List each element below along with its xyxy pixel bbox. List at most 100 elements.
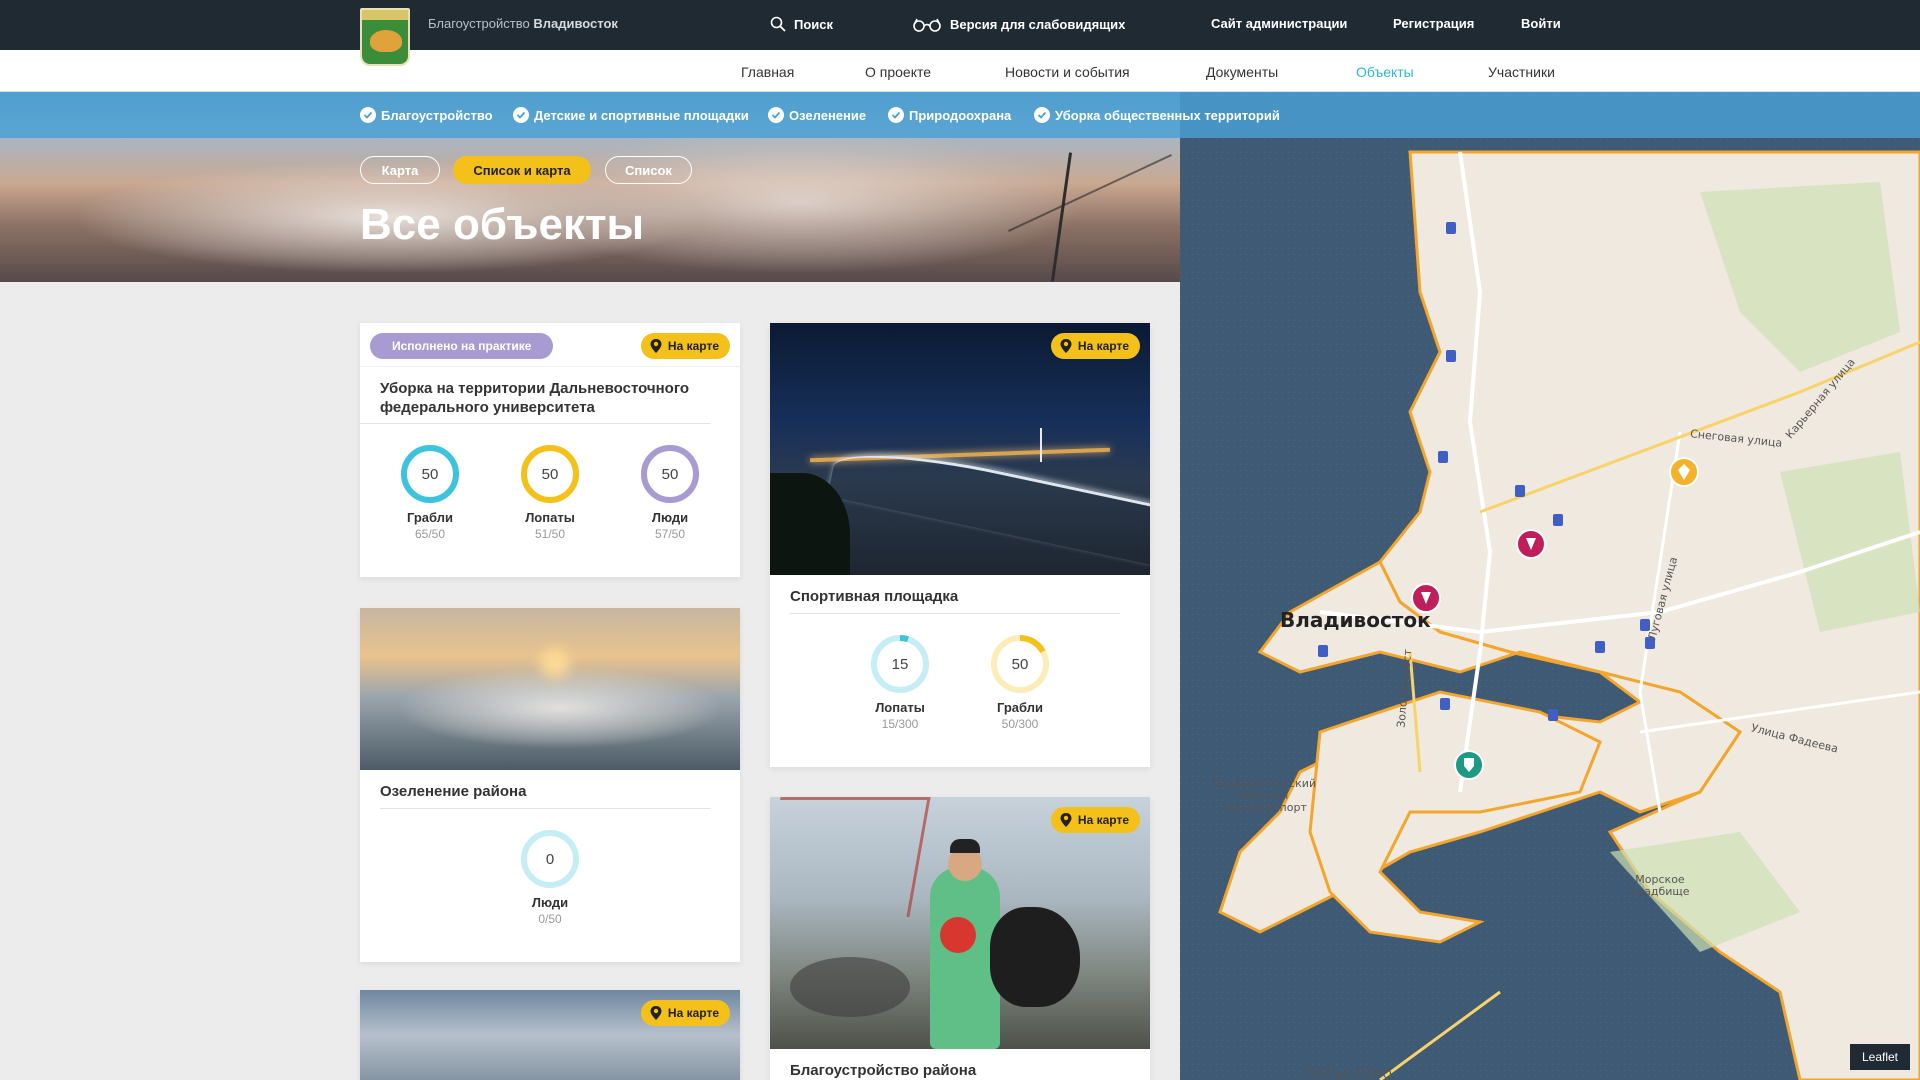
login-label: Войти (1521, 16, 1561, 31)
check-icon (360, 107, 376, 123)
object-card[interactable]: На карте Благоустройство района (770, 797, 1150, 1080)
map-pin-icon (1060, 339, 1072, 353)
card-stats: 15 Лопаты 15/300 50 Грабли 50/300 (770, 634, 1150, 731)
card-title[interactable]: Благоустройство района (770, 1061, 1150, 1080)
stat-shovels: 50 Лопаты 51/50 (520, 444, 580, 541)
main-nav: Главная О проекте Новости и события Доку… (0, 50, 1920, 92)
stat-value: 50 (421, 465, 439, 483)
stat-label: Лопаты (525, 510, 575, 525)
card-title[interactable]: Уборка на территории Дальневосточного фе… (360, 379, 740, 423)
on-map-button[interactable]: На карте (640, 1000, 730, 1026)
map-attribution[interactable]: Leaflet (1849, 1044, 1910, 1070)
progress-ring: 50 (520, 444, 580, 504)
stat-value: 50 (1011, 655, 1029, 673)
site-name-prefix: Благоустройство (428, 16, 530, 31)
image-embankment (827, 437, 1150, 565)
accessibility-label: Версия для слабовидящих (950, 16, 1126, 32)
map-marker-teal[interactable] (1454, 750, 1484, 780)
login-link[interactable]: Войти (1521, 16, 1561, 31)
stat-label: Грабли (996, 700, 1043, 715)
object-card[interactable]: На карте (360, 990, 740, 1080)
stat-value: 15 (891, 655, 909, 673)
stat-label: Грабли (406, 510, 453, 525)
map-city-label: Владивосток (1280, 608, 1431, 632)
map-pin-icon (1060, 813, 1072, 827)
object-card[interactable]: Озеленение района 0 Люди 0/50 (360, 608, 740, 962)
image-badge-logo (940, 917, 976, 953)
view-map-button[interactable]: Карта (360, 156, 440, 184)
glasses-icon (913, 18, 941, 32)
map-place-label: Владивостокский морской торговый порт (1214, 777, 1317, 814)
category-filter-bar: Благоустройство Детские и спортивные пло… (0, 92, 1920, 138)
register-label: Регистрация (1393, 16, 1475, 31)
card-stats: 50 Грабли 65/50 50 Лопаты 51/50 50 Люди … (360, 444, 740, 541)
map-pin-icon (650, 1006, 662, 1020)
card-stats: 0 Люди 0/50 (360, 829, 740, 926)
admin-site-label: Сайт администрации (1211, 16, 1348, 31)
on-map-button[interactable]: На карте (1050, 807, 1140, 833)
objects-map[interactable]: Владивосток Снеговая улица Карьерная ули… (1180, 92, 1920, 1080)
register-link[interactable]: Регистрация (1393, 16, 1474, 31)
map-pin-icon (650, 339, 662, 353)
site-name[interactable]: Благоустройство Владивосток (428, 16, 618, 31)
card-image: На карте (360, 990, 740, 1080)
image-bridge-pylon (1040, 428, 1042, 462)
on-map-label: На карте (1077, 339, 1129, 353)
image-volunteer-cap (950, 839, 980, 853)
logo-tiger-icon (370, 30, 402, 52)
progress-ring: 50 (400, 444, 460, 504)
progress-ring: 50 (990, 634, 1050, 694)
accessibility-link[interactable]: Версия для слабовидящих (912, 16, 1125, 32)
view-list-and-map-button[interactable]: Список и карта (453, 156, 591, 184)
stat-progress: 57/50 (654, 527, 686, 541)
filter-public-cleaning[interactable]: Уборка общественных территорий (1034, 107, 1280, 123)
search-icon (770, 16, 786, 32)
stat-rakes: 50 Грабли 50/300 (990, 634, 1050, 731)
on-map-button[interactable]: На карте (1050, 333, 1140, 359)
progress-ring: 15 (870, 634, 930, 694)
search-label: Поиск (794, 16, 834, 32)
filter-nature-protection[interactable]: Природоохрана (888, 107, 1011, 123)
image-sun (540, 648, 570, 678)
check-icon (768, 107, 784, 123)
check-icon (513, 107, 529, 123)
page-title: Все объекты (360, 200, 645, 249)
filter-greening[interactable]: Озеленение (768, 107, 866, 123)
check-icon (1034, 107, 1050, 123)
on-map-label: На карте (667, 1006, 719, 1020)
object-card[interactable]: Исполнено на практике На карте Уборка на… (360, 323, 740, 577)
card-title[interactable]: Спортивная площадка (770, 587, 1150, 609)
card-image: На карте (770, 323, 1150, 575)
nav-item-home[interactable]: Главная (741, 64, 794, 80)
nav-item-about[interactable]: О проекте (865, 64, 931, 80)
filter-label: Благоустройство (381, 107, 493, 123)
map-marker-magenta[interactable] (1516, 529, 1546, 559)
on-map-button[interactable]: На карте (640, 333, 730, 359)
search-link[interactable]: Поиск (770, 16, 833, 32)
status-badge: Исполнено на практике (370, 333, 554, 359)
filter-landscaping[interactable]: Благоустройство (360, 107, 493, 123)
card-title[interactable]: Озеленение района (360, 782, 740, 804)
filter-label: Озеленение (789, 107, 867, 123)
admin-site-link[interactable]: Сайт администрации (1211, 16, 1347, 31)
map-marker-yellow[interactable] (1669, 457, 1699, 487)
map-place-label: ПОСЬЕЛОВО (1305, 1067, 1393, 1080)
stat-progress: 50/300 (1001, 717, 1039, 731)
card-image: На карте (770, 797, 1150, 1049)
object-card[interactable]: На карте Спортивная площадка 15 Лопаты 1… (770, 323, 1150, 767)
filter-playgrounds[interactable]: Детские и спортивные площадки (513, 107, 749, 123)
nav-item-news[interactable]: Новости и события (1005, 64, 1130, 80)
on-map-label: На карте (667, 339, 719, 353)
stat-progress: 0/50 (538, 912, 562, 926)
map-canvas[interactable] (1180, 92, 1920, 1080)
nav-item-participants[interactable]: Участники (1488, 64, 1555, 80)
view-list-button[interactable]: Список (605, 156, 692, 184)
stat-people: 50 Люди 57/50 (640, 444, 700, 541)
check-icon (888, 107, 904, 123)
image-background-bags (790, 957, 910, 1017)
city-coat-of-arms-logo[interactable] (360, 8, 410, 66)
nav-item-documents[interactable]: Документы (1206, 64, 1278, 80)
card-divider (790, 613, 1120, 614)
stat-progress: 65/50 (414, 527, 446, 541)
nav-item-objects[interactable]: Объекты (1356, 64, 1414, 80)
